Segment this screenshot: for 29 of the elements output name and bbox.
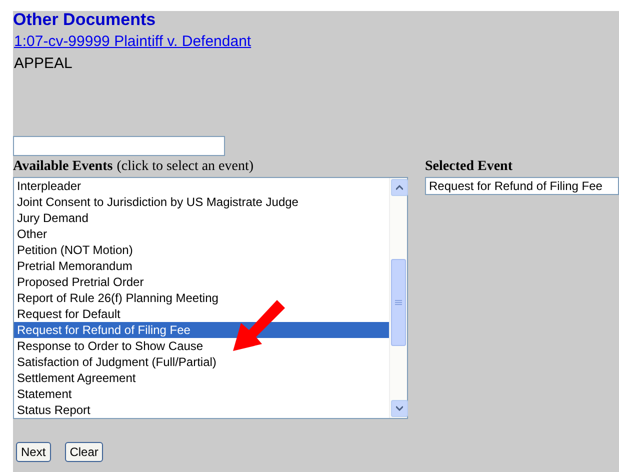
- event-option[interactable]: Interpleader: [14, 178, 389, 194]
- event-option[interactable]: Report of Rule 26(f) Planning Meeting: [14, 290, 389, 306]
- scrollbar[interactable]: [389, 178, 407, 418]
- case-link[interactable]: 1:07-cv-99999 Plaintiff v. Defendant: [14, 33, 252, 50]
- form-button[interactable]: Clear: [64, 442, 104, 462]
- event-option[interactable]: Status Report: [14, 402, 389, 418]
- available-events-hint: (click to select an event): [116, 159, 254, 176]
- selected-event-label: Selected Event: [425, 159, 512, 176]
- event-option[interactable]: Proposed Pretrial Order: [14, 274, 389, 290]
- case-type: APPEAL: [14, 55, 74, 72]
- event-option[interactable]: Other: [14, 226, 389, 242]
- event-option[interactable]: Settlement Agreement: [14, 370, 389, 386]
- event-option[interactable]: Petition (NOT Motion): [14, 242, 389, 258]
- event-option[interactable]: Request for Default: [14, 306, 389, 322]
- event-option[interactable]: Satisfaction of Judgment (Full/Partial): [14, 354, 389, 370]
- event-option[interactable]: Response to Order to Show Cause: [14, 338, 389, 354]
- scroll-up-icon[interactable]: [391, 179, 408, 196]
- selected-event-field[interactable]: Request for Refund of Filing Fee: [425, 177, 619, 195]
- page-title: Other Documents: [13, 11, 157, 28]
- event-option[interactable]: Jury Demand: [14, 210, 389, 226]
- available-events-label: Available Events: [13, 159, 113, 176]
- search-field[interactable]: [13, 136, 225, 156]
- event-option[interactable]: Statement: [14, 386, 389, 402]
- event-option[interactable]: Request for Refund of Filing Fee: [14, 322, 389, 338]
- form-button[interactable]: Next: [16, 442, 51, 462]
- event-option[interactable]: Joint Consent to Jurisdiction by US Magistrate Judge: [14, 194, 389, 210]
- scroll-thumb[interactable]: [391, 259, 406, 346]
- event-option[interactable]: Pretrial Memorandum: [14, 258, 389, 274]
- scroll-down-icon[interactable]: [391, 400, 408, 417]
